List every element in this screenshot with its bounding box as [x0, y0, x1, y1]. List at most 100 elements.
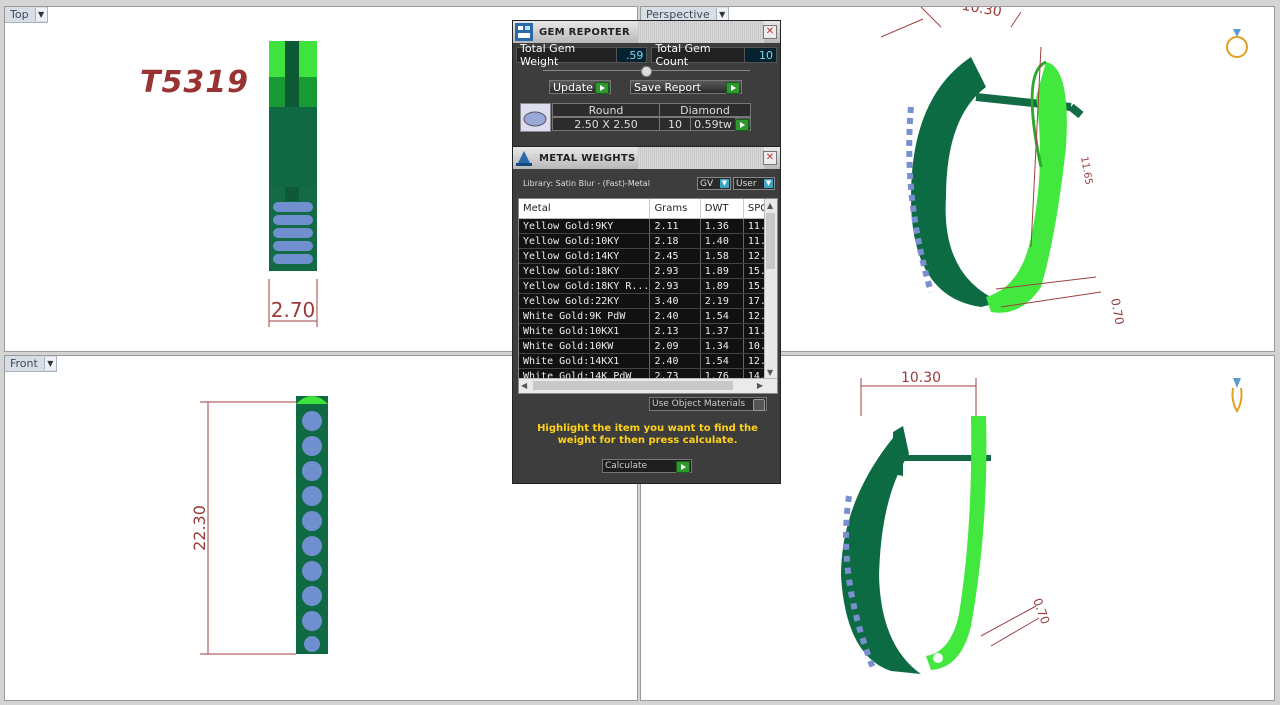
table-cell: White Gold:14KX1 — [519, 353, 651, 369]
persp-dim-top: 10.30 — [961, 7, 1003, 20]
chevron-down-icon: ▼ — [720, 179, 729, 188]
close-icon[interactable]: ✕ — [763, 25, 777, 39]
library-label: Library: Satin Blur - (Fast)-Metal — [523, 179, 650, 188]
table-cell: 2.40 — [649, 308, 701, 324]
table-cell: Yellow Gold:10KY — [519, 233, 651, 249]
persp-dim-side: 0.70 — [1108, 297, 1126, 326]
pendant-icon — [1231, 378, 1243, 413]
table-cell: White Gold:10KX1 — [519, 323, 651, 339]
hint-text: Highlight the item you want to find the … — [537, 423, 758, 446]
gv-select-label: GV — [700, 178, 714, 189]
top-dim-width: 2.70 — [271, 298, 316, 322]
gem-reporter-icon — [515, 23, 533, 41]
update-button-label: Update — [553, 80, 593, 94]
gem-shape: Round — [552, 103, 660, 117]
table-row[interactable]: Yellow Gold:9KY 2.11 1.36 11.08 — [519, 218, 777, 234]
table-cell: 1.34 — [700, 338, 744, 354]
gem-detail-button[interactable] — [735, 117, 751, 131]
gem-size: 2.50 X 2.50 — [552, 117, 660, 131]
persp-dim-cut: 11.65 — [1078, 156, 1094, 186]
metal-table: Metal Grams DWT SPG Yellow Gold:9KY 2.11 1… — [518, 198, 778, 394]
chevron-right-icon[interactable]: ▶ — [757, 381, 763, 390]
table-cell: White Gold:10KW — [519, 338, 651, 354]
table-cell: 1.58 — [700, 248, 744, 264]
metal-weights-title: METAL WEIGHTS — [539, 152, 636, 164]
round-gem-icon — [520, 103, 551, 132]
table-row[interactable]: Yellow Gold:14KY 2.45 1.58 12.88 — [519, 248, 777, 264]
chevron-down-icon: ▼ — [764, 179, 773, 188]
table-row[interactable]: White Gold:10KX1 2.13 1.37 11.18 — [519, 323, 777, 339]
gem-list-item[interactable]: Round Diamond 2.50 X 2.50 10 0.59tw — [520, 101, 751, 133]
front-dim-height: 22.30 — [190, 505, 209, 551]
gem-material: Diamond — [659, 103, 751, 117]
table-row[interactable]: White Gold:14KX1 2.40 1.54 12.61 — [519, 353, 777, 369]
use-object-materials-label: Use Object Materials — [652, 399, 746, 409]
table-row[interactable]: Yellow Gold:10KY 2.18 1.40 11.45 — [519, 233, 777, 249]
table-cell: Yellow Gold:14KY — [519, 248, 651, 264]
table-cell: White Gold:9K PdW — [519, 308, 651, 324]
table-cell: 2.45 — [649, 248, 701, 264]
table-cell: 1.89 — [700, 278, 744, 294]
scroll-thumb[interactable] — [533, 381, 733, 390]
total-gem-count-label: Total Gem Count — [655, 42, 711, 68]
vertical-scrollbar[interactable]: ▲ ▼ — [764, 199, 777, 379]
play-icon — [595, 82, 609, 94]
table-cell: 2.40 — [649, 353, 701, 369]
play-icon — [726, 82, 740, 94]
user-select-label: User — [736, 178, 757, 189]
table-cell: 1.54 — [700, 353, 744, 369]
close-icon[interactable]: ✕ — [763, 151, 777, 165]
calculate-label: Calculate — [605, 461, 648, 471]
ring-icon — [1226, 29, 1248, 58]
total-gem-weight-label: Total Gem Weight — [520, 42, 576, 68]
gem-count: 10 — [659, 117, 691, 131]
table-cell: 2.93 — [649, 263, 701, 279]
chevron-up-icon[interactable]: ▲ — [767, 201, 773, 210]
use-object-materials-checkbox[interactable]: Use Object Materials — [649, 397, 767, 411]
table-cell: Yellow Gold:18KY R... — [519, 278, 651, 294]
calculate-button[interactable]: Calculate — [602, 459, 692, 473]
gem-reporter-panel: GEM REPORTER ✕ Total Gem Weight .59 Tota… — [512, 20, 781, 148]
table-cell: 2.11 — [649, 218, 701, 234]
table-row[interactable]: White Gold:10KW 2.09 1.34 10.99 — [519, 338, 777, 354]
table-cell: 1.40 — [700, 233, 744, 249]
table-cell: Yellow Gold:22KY — [519, 293, 651, 309]
table-cell: 2.09 — [649, 338, 701, 354]
horizontal-scrollbar[interactable]: ◀ ▶ — [519, 378, 777, 393]
table-cell: Yellow Gold:9KY — [519, 218, 651, 234]
chevron-down-icon[interactable]: ▼ — [767, 368, 773, 377]
save-report-button[interactable]: Save Report — [630, 80, 742, 94]
gem-weight: 0.59tw — [690, 117, 736, 131]
metal-weights-titlebar[interactable]: METAL WEIGHTS ✕ — [513, 147, 780, 169]
table-cell: Yellow Gold:18KY — [519, 263, 651, 279]
col-header-grams[interactable]: Grams — [649, 199, 701, 219]
col-header-dwt[interactable]: DWT — [700, 199, 744, 219]
table-row[interactable]: Yellow Gold:18KY R... 2.93 1.89 15.42 — [519, 278, 777, 294]
table-row[interactable]: Yellow Gold:18KY 2.93 1.89 15.42 — [519, 263, 777, 279]
table-cell: 2.18 — [649, 233, 701, 249]
chevron-left-icon[interactable]: ◀ — [521, 381, 527, 390]
col-header-metal[interactable]: Metal — [519, 199, 651, 219]
gem-reporter-titlebar[interactable]: GEM REPORTER ✕ — [513, 21, 780, 43]
right-dim-width: 10.30 — [901, 370, 941, 386]
gv-select[interactable]: GV ▼ — [697, 177, 731, 190]
table-cell: 1.37 — [700, 323, 744, 339]
splitter-handle[interactable] — [641, 66, 652, 77]
scroll-thumb[interactable] — [766, 213, 775, 269]
user-select[interactable]: User ▼ — [733, 177, 775, 190]
table-cell: 2.93 — [649, 278, 701, 294]
gem-reporter-title: GEM REPORTER — [539, 26, 631, 38]
table-row[interactable]: Yellow Gold:22KY 3.40 2.19 17.89 — [519, 293, 777, 309]
save-report-label: Save Report — [634, 80, 701, 94]
table-cell: 2.19 — [700, 293, 744, 309]
metal-weights-panel: METAL WEIGHTS ✕ Library: Satin Blur - (F… — [512, 146, 781, 484]
update-button[interactable]: Update — [549, 80, 611, 94]
table-row[interactable]: White Gold:9K PdW 2.40 1.54 12.59 — [519, 308, 777, 324]
checkbox-icon — [753, 399, 765, 411]
table-cell: 3.40 — [649, 293, 701, 309]
total-gem-count-value: 10 — [743, 48, 776, 62]
play-icon — [735, 119, 749, 131]
table-cell: 1.89 — [700, 263, 744, 279]
scale-icon — [516, 151, 532, 166]
table-cell: 1.36 — [700, 218, 744, 234]
